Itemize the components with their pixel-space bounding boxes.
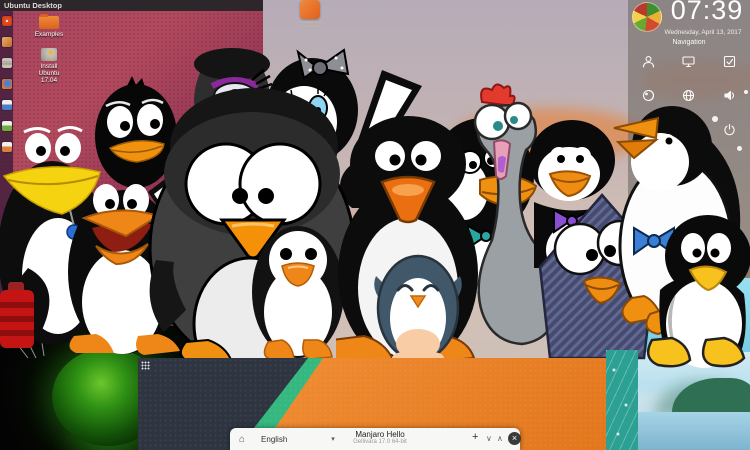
screenshot-collage: Ubuntu Desktop Examples Install Ubuntu 1… (0, 0, 750, 450)
desktop-icon-install-ubuntu[interactable]: Install Ubuntu 17.04 (32, 48, 66, 84)
orange-app-icon (300, 0, 320, 19)
window-title: Manjaro Hello (355, 430, 405, 439)
launcher-icon-ubuntu-software[interactable] (1, 37, 12, 47)
launcher-icon-ubuntu-bfb[interactable] (1, 16, 12, 26)
icon-label-line (301, 25, 319, 27)
launcher-icon-libreoffice-writer[interactable] (1, 100, 12, 110)
desktop-icon-examples[interactable]: Examples (30, 14, 68, 38)
home-icon[interactable]: ⌂ (239, 434, 245, 445)
happy-baby-penguin (374, 254, 462, 362)
teal-pattern-strip (606, 350, 638, 450)
lake-water (630, 412, 750, 450)
snow-dot (744, 90, 748, 94)
user-avatar[interactable] (632, 2, 662, 32)
baby-tux (646, 215, 750, 368)
close-button[interactable]: × (508, 432, 521, 445)
icon-label-line (297, 21, 323, 23)
ubuntu-menubar[interactable]: Ubuntu Desktop (0, 0, 263, 11)
folder-icon (39, 14, 59, 29)
folder-view-handle-icon[interactable] (141, 361, 150, 370)
launcher-icon-archive-manager[interactable] (1, 58, 12, 68)
launcher-icon-firefox[interactable] (1, 79, 12, 89)
clock-time: 07:39 (670, 0, 744, 25)
minimize-button[interactable]: ∨ (486, 434, 492, 443)
desktop-icon-sky[interactable] (292, 0, 328, 42)
navigation-section-label: Navigation (672, 39, 706, 46)
user-account-icon[interactable] (641, 54, 655, 68)
manjaro-hello-window: ⌂ English ▾ Manjaro Hello Gellivara 17.0… (230, 428, 521, 450)
display-icon[interactable] (682, 54, 696, 68)
desktop-icon-label: Install Ubuntu 17.04 (38, 63, 60, 84)
default-apps-icon[interactable] (723, 54, 737, 68)
maximize-button[interactable]: ∧ (497, 434, 503, 443)
ubuntu-menubar-title: Ubuntu Desktop (4, 1, 62, 10)
install-disc-icon (41, 48, 57, 61)
window-subtitle: Gellivara 17.0 64-bit (353, 439, 407, 445)
forested-hill (672, 378, 750, 414)
cute-round-penguin (252, 226, 344, 360)
window-title-block: Manjaro Hello Gellivara 17.0 64-bit (335, 430, 425, 446)
clock-date: Wednesday, April 13, 2017 (664, 29, 742, 36)
add-tab-button[interactable]: + (472, 431, 478, 443)
language-dropdown[interactable]: English (261, 435, 287, 444)
desktop-icon-label: Examples (34, 31, 64, 38)
